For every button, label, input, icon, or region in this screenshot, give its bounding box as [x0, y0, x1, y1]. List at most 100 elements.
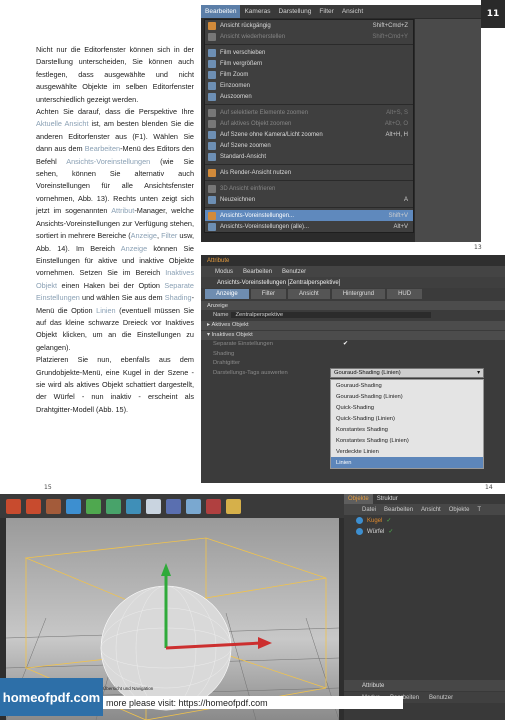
shading-option[interactable]: Linien: [331, 457, 483, 468]
attribute-menu-item[interactable]: Modus: [215, 269, 233, 275]
render-settings-icon[interactable]: [46, 498, 61, 514]
menu-item[interactable]: Standard-Ansicht: [205, 151, 413, 162]
section-anzeige: Anzeige: [201, 301, 505, 310]
attribute-menu-item[interactable]: Benutzer: [282, 269, 306, 275]
menu-separator: [205, 180, 413, 181]
site-logo[interactable]: homeofpdf.com: [0, 678, 103, 716]
menu-item[interactable]: Ansichts-Voreinstellungen (alle)... Alt+V: [205, 221, 413, 232]
scene-icon[interactable]: [166, 498, 181, 514]
shading-option[interactable]: Quick-Shading (Linien): [331, 413, 483, 424]
menu-item[interactable]: Film verschieben: [205, 47, 413, 58]
menu-item[interactable]: 3D Ansicht einfrieren: [205, 183, 413, 194]
menu-item[interactable]: Auf Szene zoomen: [205, 140, 413, 151]
menu-item-label: Ansicht rückgängig: [220, 22, 271, 29]
tab-hintergrund[interactable]: Hintergrund: [331, 289, 386, 299]
menu-item-shortcut: Shift+Cmd+Y: [372, 33, 408, 40]
render-view-icon[interactable]: [26, 498, 41, 514]
visit-link[interactable]: more please visit: https://homeofpdf.com: [103, 696, 403, 709]
spline-icon[interactable]: [86, 498, 101, 514]
camera-icon[interactable]: [206, 498, 221, 514]
shading-select[interactable]: Gouraud-Shading (Linien) ▾: [330, 368, 484, 378]
name-field[interactable]: Zentralperspektive: [231, 311, 432, 318]
y-axis-arrow: [161, 563, 171, 576]
attribute-panel-menu-item[interactable]: Benutzer: [429, 695, 453, 701]
deformer-icon[interactable]: [146, 498, 161, 514]
menu-item-shortcut: Shift+Cmd+Z: [372, 22, 408, 29]
menu-item[interactable]: Ansicht wiederherstellen Shift+Cmd+Y: [205, 31, 413, 42]
menu-item[interactable]: Film Zoom: [205, 69, 413, 80]
menu-item-shortcut: Alt+O, O: [384, 120, 408, 127]
group-label: Inaktives Objekt: [211, 332, 253, 338]
shading-option[interactable]: Konstantes Shading (Linien): [331, 435, 483, 446]
attribute-menu-item[interactable]: Bearbeiten: [243, 269, 272, 275]
menu-item-label: Film vergrößern: [220, 60, 263, 67]
menu-item[interactable]: Auf selektierte Elemente zoomen Alt+S, S: [205, 107, 413, 118]
menu-item-label: Film verschieben: [220, 49, 266, 56]
menubar-item[interactable]: Ansicht: [338, 5, 367, 18]
tab-hud[interactable]: HUD: [387, 289, 423, 299]
text-run: Nicht nur die Editorfenster können sich …: [36, 45, 194, 104]
render-icon[interactable]: [6, 498, 21, 514]
menu-item-icon: [208, 211, 216, 220]
menu-item[interactable]: Film vergrößern: [205, 58, 413, 69]
array-icon[interactable]: [126, 498, 141, 514]
object-menu-item[interactable]: Ansicht: [421, 507, 441, 513]
menubar-item[interactable]: Bearbeiten: [201, 5, 241, 18]
menu-item-label: Auf aktives Objekt zoomen: [220, 120, 292, 127]
shading-option[interactable]: Konstantes Shading: [331, 424, 483, 435]
page-number: 11: [481, 0, 505, 28]
shading-option[interactable]: Gouraud-Shading: [331, 380, 483, 391]
nurbs-icon[interactable]: [106, 498, 121, 514]
menu-item[interactable]: Ansichts-Voreinstellungen... Shift+V: [205, 210, 413, 221]
menu-item[interactable]: Ansicht rückgängig Shift+Cmd+Z: [205, 20, 413, 31]
text-run: einen Haken bei der Option: [57, 280, 165, 290]
menubar-item[interactable]: Filter: [315, 5, 337, 18]
menubar-item[interactable]: Kameras: [240, 5, 274, 18]
object-menu-item[interactable]: Objekte: [449, 507, 470, 513]
ui-term: Aktuelle Ansicht: [36, 119, 89, 129]
visibility-check-icon[interactable]: ✓: [386, 517, 391, 524]
object-menu-item[interactable]: Datei: [362, 507, 376, 513]
menu-item-label: Auf selektierte Elemente zoomen: [220, 109, 309, 116]
cube-icon[interactable]: [66, 498, 81, 514]
menu-item[interactable]: Als Render-Ansicht nutzen: [205, 167, 413, 178]
visibility-check-icon[interactable]: ✓: [388, 528, 393, 535]
menubar-item[interactable]: Darstellung: [274, 5, 315, 18]
menu-item[interactable]: Auf aktives Objekt zoomen Alt+O, O: [205, 118, 413, 129]
tab-anzeige[interactable]: Anzeige: [205, 289, 249, 299]
menu-item[interactable]: Neuzeichnen A: [205, 194, 413, 205]
group-aktives-objekt[interactable]: ▸ Aktives Objekt: [201, 320, 505, 330]
checkmark-icon[interactable]: ✔: [343, 341, 348, 347]
object-menu-item[interactable]: Bearbeiten: [384, 507, 413, 513]
light-icon[interactable]: [226, 498, 241, 514]
figure-caption-13: 13: [474, 244, 482, 251]
tab-ansicht[interactable]: Ansicht: [288, 289, 330, 299]
menu-item[interactable]: Auszoomen: [205, 91, 413, 102]
shading-option[interactable]: Quick-Shading: [331, 402, 483, 413]
shading-option[interactable]: Verdeckte Linien: [331, 446, 483, 457]
menu-item-icon: [208, 222, 216, 231]
object-name: Kugel: [367, 517, 383, 524]
menu-item-icon: [208, 92, 216, 101]
object-tab[interactable]: Objekte: [344, 494, 373, 504]
object-tab[interactable]: Struktur: [373, 494, 402, 504]
object-menu-item[interactable]: T: [477, 507, 481, 513]
menu-item-icon: [208, 48, 216, 57]
menu-separator: [205, 104, 413, 105]
environment-icon[interactable]: [186, 498, 201, 514]
object-row[interactable]: Würfel ✓: [344, 526, 505, 537]
tab-filter[interactable]: Filter: [250, 289, 287, 299]
menu-item-label: 3D Ansicht einfrieren: [220, 185, 276, 192]
menu-item-label: Standard-Ansicht: [220, 153, 267, 160]
body-paragraph: Platzieren Sie nun, ebenfalls aus dem Gr…: [36, 354, 194, 416]
shading-option[interactable]: Gouraud-Shading (Linien): [331, 391, 483, 402]
object-row[interactable]: Kugel ✓: [344, 515, 505, 526]
menu-item-shortcut: Alt+V: [393, 223, 408, 230]
group-inaktives-objekt[interactable]: ▾ Inaktives Objekt: [201, 330, 505, 340]
menu-item[interactable]: Einzoomen: [205, 80, 413, 91]
menu-item[interactable]: Auf Szene ohne Kamera/Licht zoomen Alt+H,…: [205, 129, 413, 140]
menu-item-icon: [208, 108, 216, 117]
body-paragraph: Achten Sie darauf, dass die Perspektive …: [36, 106, 194, 354]
menu-item-icon: [208, 152, 216, 161]
menu-item-shortcut: Alt+H, H: [385, 131, 408, 138]
